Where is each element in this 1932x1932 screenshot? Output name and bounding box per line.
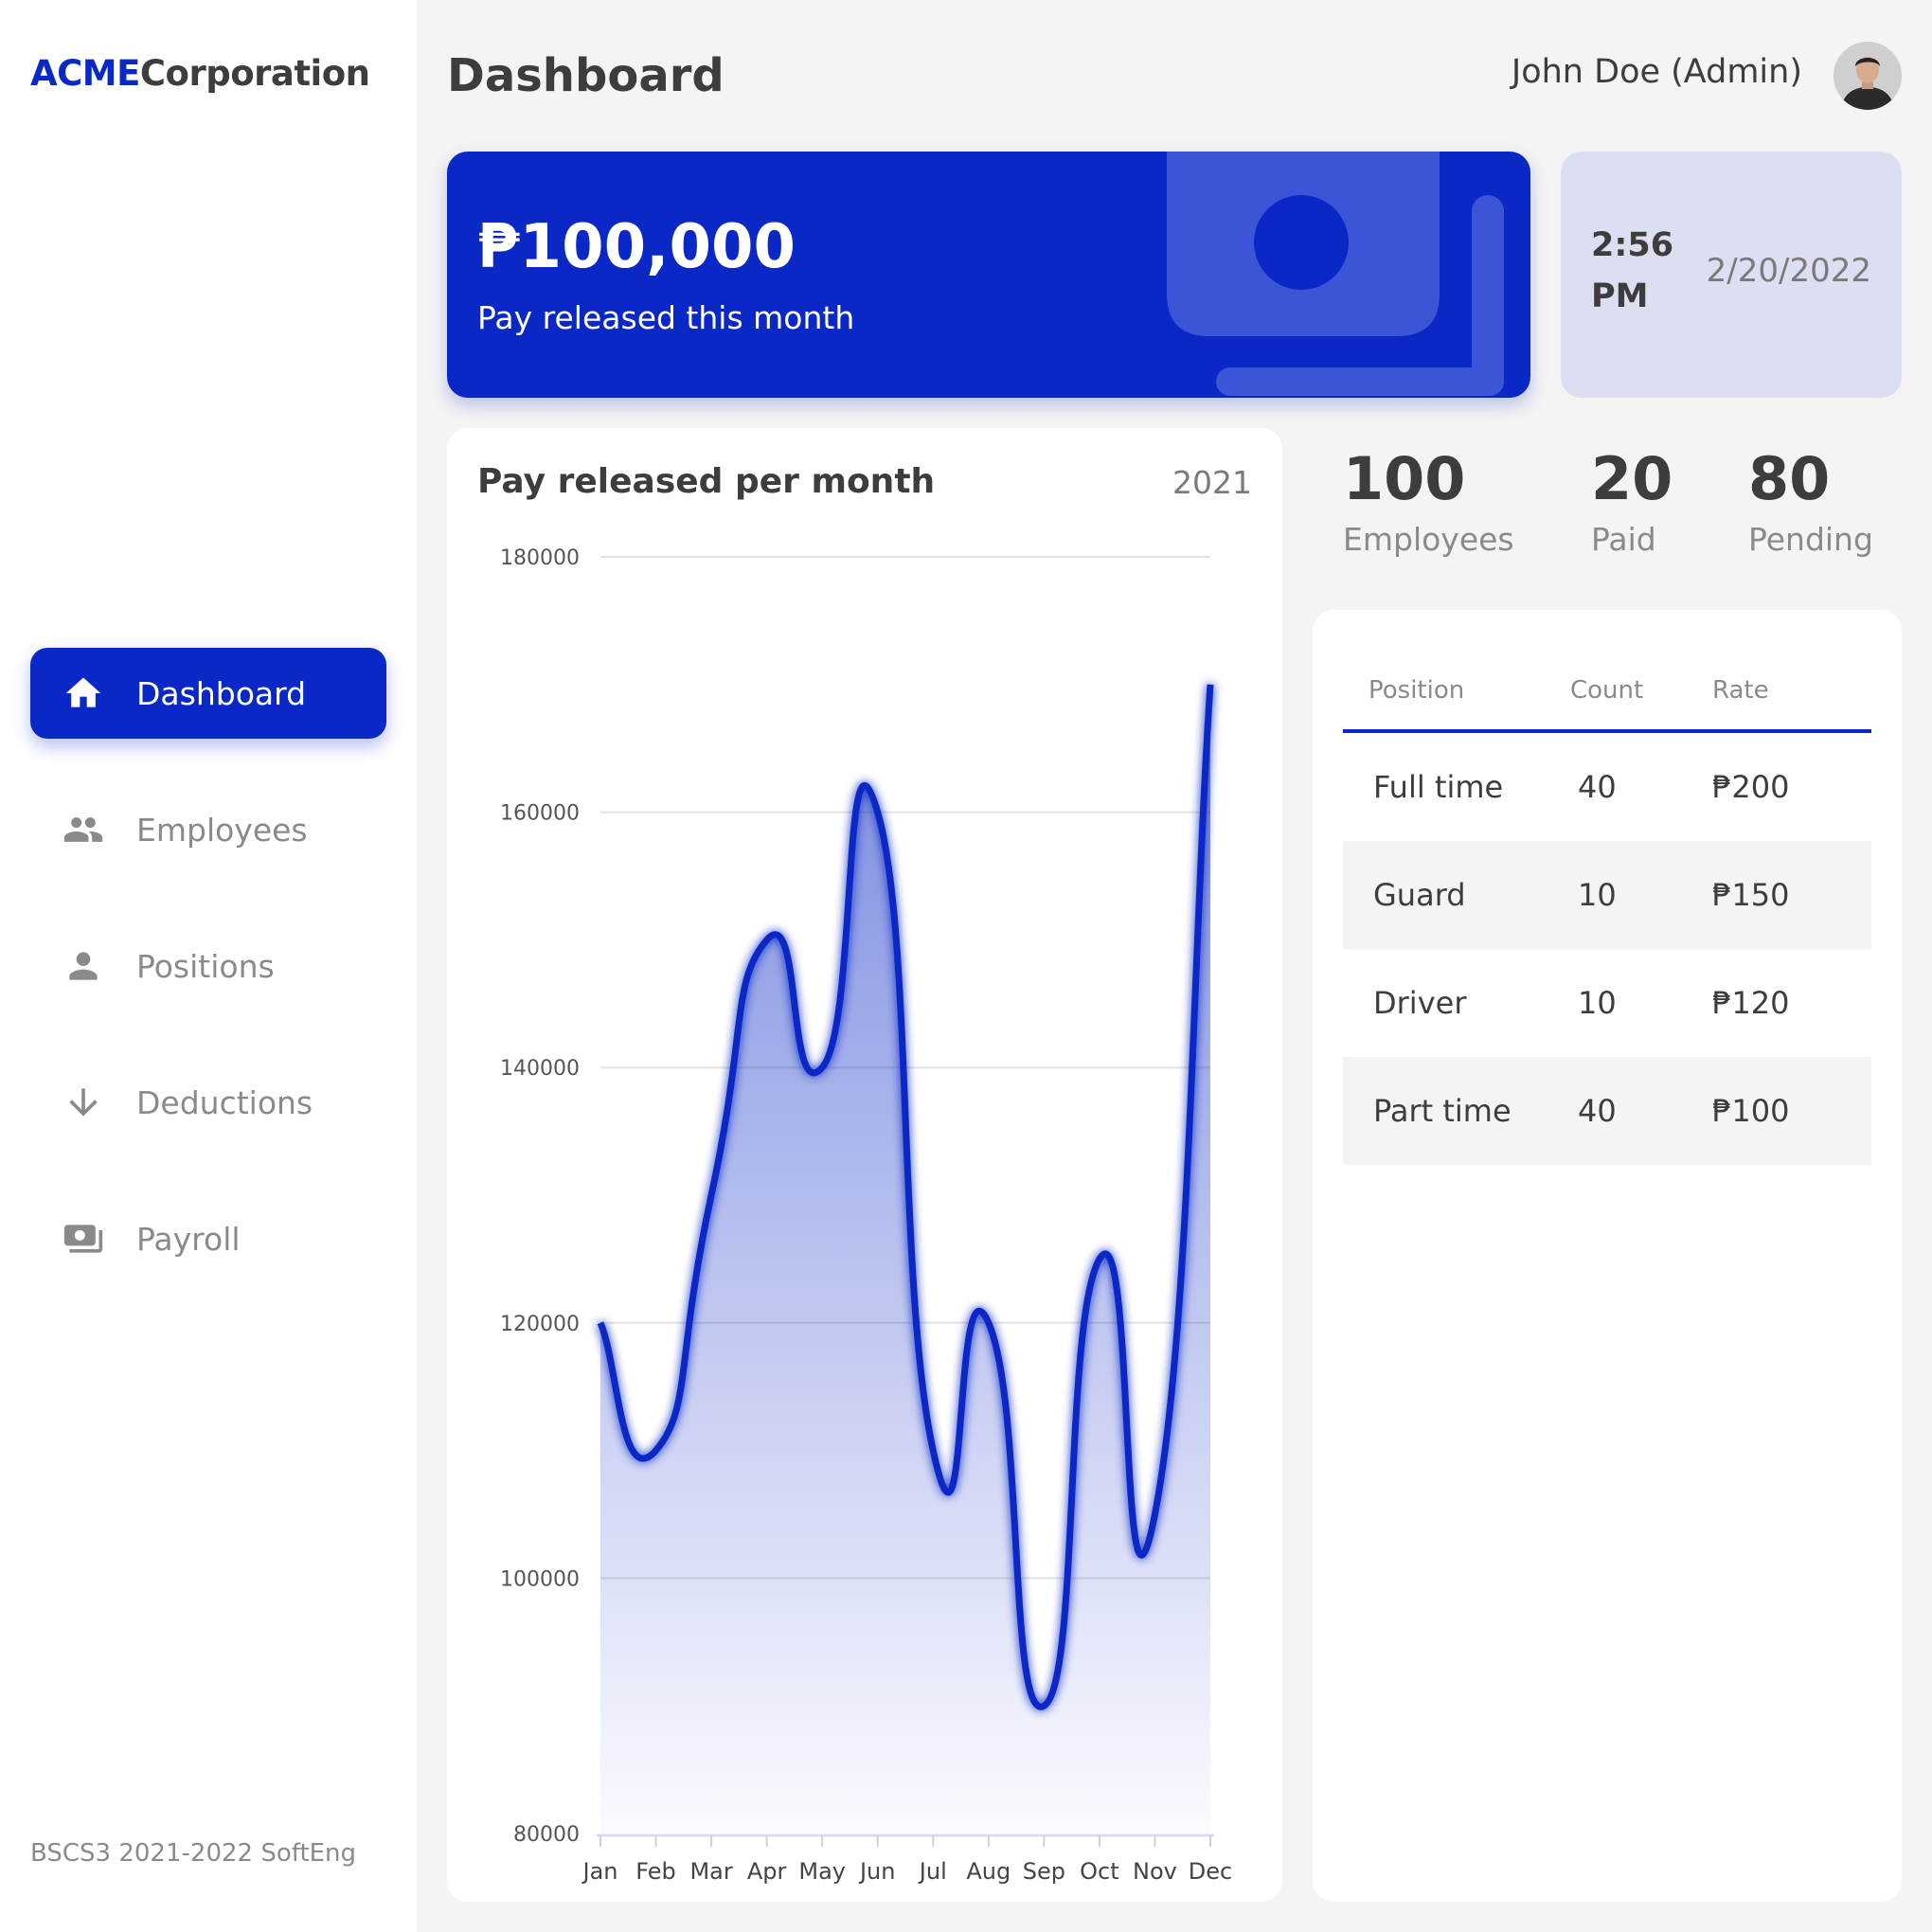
x-tick-label: Feb <box>635 1858 676 1885</box>
x-tick-label: Oct <box>1080 1858 1119 1885</box>
sidebar-item-label: Deductions <box>136 1083 313 1121</box>
column-header-position: Position <box>1368 676 1465 705</box>
logo-rest: Corporation <box>139 53 370 94</box>
clock-date: 2/20/2022 <box>1706 252 1871 290</box>
stat-value: 100 <box>1343 444 1466 513</box>
cell-count: 10 <box>1578 985 1617 1021</box>
pay-chart-card: Pay released per month 2021 180000 160000… <box>447 428 1282 1902</box>
x-tick-label: Mar <box>689 1858 732 1885</box>
table-header: Position Count Rate <box>1343 652 1871 733</box>
pay-released-card: ₱100,000 Pay released this month <box>447 152 1530 398</box>
user-name[interactable]: John Doe (Admin) <box>1512 53 1802 91</box>
payments-icon <box>57 1212 110 1265</box>
page-title: Dashboard <box>447 49 724 102</box>
sidebar-nav: Dashboard Employees Positions Deductions… <box>30 648 386 1330</box>
arrow-down-icon <box>57 1076 110 1129</box>
y-tick-label: 120000 <box>500 1313 580 1336</box>
sidebar-item-positions[interactable]: Positions <box>30 921 386 1011</box>
pay-caption: Pay released this month <box>477 299 855 336</box>
x-tick-label: Aug <box>966 1858 1011 1885</box>
cell-position: Full time <box>1373 769 1504 805</box>
cell-position: Driver <box>1373 985 1467 1021</box>
stat-employees: 100 Employees <box>1343 443 1514 558</box>
logo-brand: ACME <box>30 53 140 94</box>
column-header-rate: Rate <box>1712 676 1769 705</box>
table-row[interactable]: Part time 40 ₱100 <box>1343 1057 1871 1165</box>
cell-rate: ₱150 <box>1712 877 1790 913</box>
sidebar-item-label: Dashboard <box>136 674 307 712</box>
sidebar-item-payroll[interactable]: Payroll <box>30 1193 386 1284</box>
x-tick-label: Jul <box>918 1858 947 1885</box>
person-icon <box>57 939 110 993</box>
pay-amount: ₱100,000 <box>477 212 796 282</box>
series-area <box>600 684 1210 1834</box>
stat-value: 80 <box>1748 444 1831 513</box>
cell-count: 40 <box>1578 1093 1617 1129</box>
x-tick-label: Dec <box>1189 1858 1232 1885</box>
cell-rate: ₱100 <box>1712 1093 1790 1129</box>
y-tick-label: 140000 <box>500 1057 580 1081</box>
x-tick-label: Jun <box>858 1858 896 1885</box>
table-row[interactable]: Driver 10 ₱120 <box>1343 949 1871 1057</box>
clock-card: 2:56 PM 2/20/2022 <box>1561 152 1902 398</box>
y-tick-label: 160000 <box>500 802 580 826</box>
cell-rate: ₱120 <box>1712 985 1790 1021</box>
sidebar-item-dashboard[interactable]: Dashboard <box>30 648 386 739</box>
sidebar-item-label: Payroll <box>136 1220 241 1258</box>
home-icon <box>57 667 110 720</box>
x-tick-label: Nov <box>1133 1858 1177 1885</box>
positions-table: Position Count Rate Full time 40 ₱200 Gu… <box>1343 652 1871 1165</box>
table-row[interactable]: Full time 40 ₱200 <box>1343 733 1871 841</box>
positions-table-card: Position Count Rate Full time 40 ₱200 Gu… <box>1313 610 1902 1902</box>
sidebar-item-label: Positions <box>136 947 275 985</box>
stat-label: Pending <box>1748 521 1873 558</box>
footer-note: BSCS3 2021-2022 SoftEng <box>30 1839 357 1868</box>
x-tick-label: Apr <box>747 1858 787 1885</box>
y-tick-label: 80000 <box>513 1823 580 1847</box>
clock-time: 2:56 PM <box>1591 226 1674 315</box>
people-icon <box>57 803 110 856</box>
stat-label: Employees <box>1343 521 1514 558</box>
cell-position: Guard <box>1373 877 1466 913</box>
pay-chart: 180000 160000 140000 120000 100000 80000Jan Fe… <box>500 546 1232 1885</box>
x-tick-label: Sep <box>1023 1858 1065 1885</box>
y-tick-label: 100000 <box>500 1567 580 1591</box>
avatar-image <box>1834 42 1902 110</box>
stat-value: 20 <box>1591 444 1673 513</box>
payments-icon <box>1167 152 1504 396</box>
sidebar-item-label: Employees <box>136 811 308 849</box>
table-row[interactable]: Guard 10 ₱150 <box>1343 841 1871 949</box>
x-tick-label: May <box>798 1858 846 1885</box>
sidebar-item-employees[interactable]: Employees <box>30 784 386 875</box>
sidebar: ACMECorporation Dashboard Employees Posi… <box>0 0 417 1932</box>
column-header-count: Count <box>1570 676 1644 705</box>
app-logo[interactable]: ACMECorporation <box>30 53 370 94</box>
cell-position: Part time <box>1373 1093 1512 1129</box>
stat-paid: 20 Paid <box>1591 443 1673 558</box>
cell-rate: ₱200 <box>1712 769 1790 805</box>
sidebar-item-deductions[interactable]: Deductions <box>30 1057 386 1148</box>
avatar[interactable] <box>1834 42 1902 110</box>
cell-count: 10 <box>1578 877 1617 913</box>
x-tick-label: Jan <box>581 1858 618 1885</box>
cell-count: 40 <box>1578 769 1617 805</box>
stat-label: Paid <box>1591 521 1656 558</box>
stat-pending: 80 Pending <box>1748 443 1873 558</box>
y-tick-label: 180000 <box>500 546 580 570</box>
